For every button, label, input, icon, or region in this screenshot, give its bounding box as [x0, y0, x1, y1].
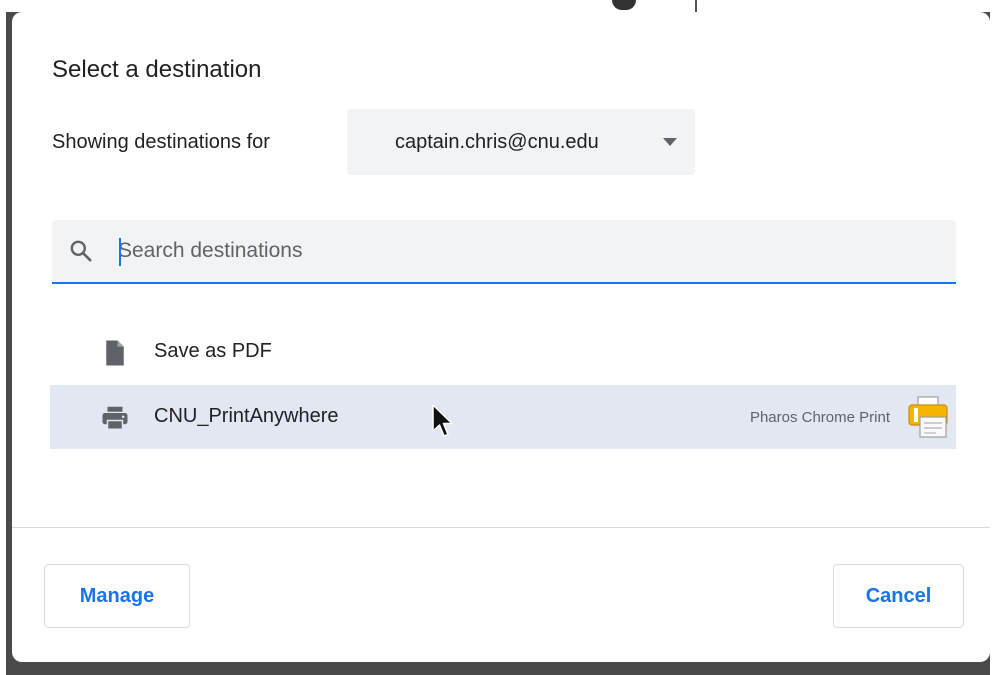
background-strip	[0, 0, 996, 12]
printer-icon	[102, 406, 128, 430]
destination-item-save-as-pdf[interactable]: Save as PDF	[50, 320, 956, 384]
account-dropdown-value: captain.chris@cnu.edu	[395, 131, 599, 153]
background-line	[695, 0, 697, 12]
frame-edge-right	[990, 0, 996, 675]
search-input[interactable]	[118, 232, 938, 270]
background-shape	[612, 0, 636, 10]
search-icon	[70, 240, 92, 262]
search-field[interactable]	[52, 220, 956, 284]
dialog-title: Select a destination	[52, 56, 262, 83]
chevron-down-icon	[663, 138, 677, 146]
select-destination-dialog: Select a destination Showing destination…	[12, 12, 990, 662]
pharos-printer-icon	[908, 396, 948, 438]
extension-label: Pharos Chrome Print	[749, 409, 890, 426]
manage-button[interactable]: Manage	[44, 564, 190, 628]
cancel-button[interactable]: Cancel	[833, 564, 964, 628]
destination-item-cnu-printanywhere[interactable]: CNU_PrintAnywhere Pharos Chrome Print	[50, 385, 956, 449]
account-dropdown[interactable]: captain.chris@cnu.edu	[347, 109, 695, 175]
pdf-file-icon	[106, 340, 124, 366]
destination-label: CNU_PrintAnywhere	[154, 405, 339, 427]
footer-divider	[12, 527, 990, 528]
destination-label: Save as PDF	[154, 340, 272, 362]
mouse-pointer-icon	[432, 404, 453, 437]
showing-destinations-label: Showing destinations for	[52, 131, 270, 153]
text-cursor	[119, 238, 121, 266]
frame-edge-left	[0, 0, 6, 675]
